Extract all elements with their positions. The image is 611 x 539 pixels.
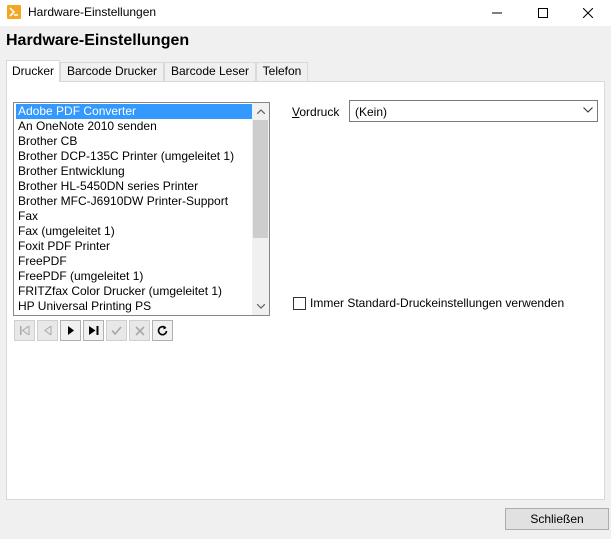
minimize-icon (492, 12, 502, 14)
vordruck-select[interactable]: (Kein) (349, 100, 598, 122)
close-dialog-button[interactable]: Schließen (505, 508, 609, 530)
tab-barcode-drucker[interactable]: Barcode Drucker (60, 62, 164, 81)
post-check-icon (111, 326, 122, 335)
printer-list-item[interactable]: Foxit PDF Printer (16, 239, 252, 254)
refresh-button[interactable] (152, 320, 173, 341)
cancel-button[interactable] (129, 320, 150, 341)
printer-list-scrollbar[interactable] (252, 103, 269, 315)
chevron-down-icon (583, 107, 593, 113)
printer-list-item[interactable]: Brother Entwicklung (16, 164, 252, 179)
vordruck-select-value: (Kein) (355, 105, 388, 119)
close-window-button[interactable] (565, 0, 611, 26)
printer-list-item[interactable]: Fax (16, 209, 252, 224)
printer-list-item[interactable]: FRITZfax Color Drucker (umgeleitet 1) (16, 284, 252, 299)
vordruck-label: Vordruck (292, 105, 339, 119)
printer-list-item[interactable]: FreePDF (16, 254, 252, 269)
first-record-icon (19, 326, 29, 335)
maximize-icon (538, 8, 548, 18)
chevron-down-icon (256, 304, 265, 309)
printer-list-item[interactable]: Brother MFC-J6910DW Printer-Support (16, 194, 252, 209)
scroll-down-button[interactable] (252, 298, 269, 315)
printer-list-item[interactable]: HP Universal Printing PS (16, 299, 252, 314)
printer-list-item[interactable]: Adobe PDF Converter (16, 104, 252, 119)
tab-telefon[interactable]: Telefon (256, 62, 308, 81)
prior-record-icon (43, 326, 51, 335)
prior-record-button[interactable] (37, 320, 58, 341)
maximize-button[interactable] (520, 0, 566, 26)
chevron-up-icon (256, 109, 265, 114)
printer-listbox[interactable]: Adobe PDF Converter An OneNote 2010 send… (13, 102, 270, 316)
standard-settings-label: Immer Standard-Druckeinstellungen verwen… (310, 296, 565, 310)
printer-list-item[interactable]: An OneNote 2010 senden (16, 119, 252, 134)
page-title: Hardware-Einstellungen (6, 32, 190, 49)
title-bar: Hardware-Einstellungen (0, 0, 611, 26)
printer-list-item[interactable]: FreePDF (umgeleitet 1) (16, 269, 252, 284)
window-title: Hardware-Einstellungen (28, 5, 157, 19)
app-icon (7, 5, 21, 19)
first-record-button[interactable] (14, 320, 35, 341)
printer-list-item[interactable]: Brother CB (16, 134, 252, 149)
printer-list-item[interactable]: Fax (umgeleitet 1) (16, 224, 252, 239)
printer-list-item[interactable]: Brother HL-5450DN series Printer (16, 179, 252, 194)
next-record-button[interactable] (60, 320, 81, 341)
scroll-up-button[interactable] (252, 103, 269, 120)
last-record-icon (88, 326, 98, 335)
tab-barcode-leser[interactable]: Barcode Leser (164, 62, 256, 81)
tab-drucker[interactable]: Drucker (6, 60, 60, 82)
post-button[interactable] (106, 320, 127, 341)
refresh-icon (157, 325, 168, 336)
standard-settings-checkbox[interactable] (293, 297, 306, 310)
vordruck-label-text: ordruck (299, 105, 340, 119)
cancel-x-icon (134, 325, 145, 336)
scrollbar-thumb[interactable] (253, 120, 268, 238)
last-record-button[interactable] (83, 320, 104, 341)
minimize-button[interactable] (474, 0, 520, 26)
close-icon (583, 8, 593, 18)
printer-list-item[interactable]: Brother DCP-135C Printer (umgeleitet 1) (16, 149, 252, 164)
next-record-icon (67, 326, 74, 335)
